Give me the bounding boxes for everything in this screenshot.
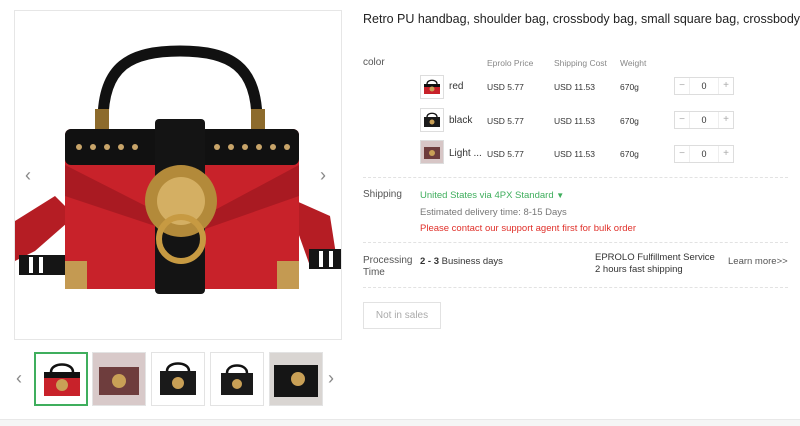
- fulfillment-service: EPROLO Fulfillment Service 2 hours fast …: [595, 252, 715, 276]
- image-prev-arrow-icon[interactable]: ‹: [25, 166, 31, 184]
- divider: [363, 287, 788, 288]
- thumbnail-4[interactable]: [210, 352, 264, 406]
- variant-shipping-cost: USD 11.53: [554, 149, 595, 159]
- thumbnail-1[interactable]: [34, 352, 88, 406]
- thumb-next-arrow-icon[interactable]: ›: [328, 369, 334, 387]
- thumbnail-3[interactable]: [151, 352, 205, 406]
- product-title: Retro PU handbag, shoulder bag, crossbod…: [363, 12, 800, 26]
- thumbnail-strip: ‹ ›: [14, 352, 344, 408]
- thumbnail-2[interactable]: [92, 352, 146, 406]
- increment-button[interactable]: +: [719, 146, 733, 162]
- shipping-label: Shipping: [363, 189, 402, 200]
- variant-weight: 670g: [620, 116, 639, 126]
- decrement-button[interactable]: −: [675, 146, 689, 162]
- not-in-sales-button[interactable]: Not in sales: [363, 302, 441, 329]
- increment-button[interactable]: +: [719, 112, 733, 128]
- product-card: ‹ › ‹ › Retro PU handbag, shoulder bag, …: [0, 0, 800, 420]
- service-name: EPROLO Fulfillment Service: [595, 252, 715, 263]
- quantity-stepper: − 0 +: [674, 145, 734, 163]
- processing-label-line2: Time: [363, 267, 385, 278]
- variant-shipping-cost: USD 11.53: [554, 82, 595, 92]
- color-label: color: [363, 57, 385, 68]
- thumb-prev-arrow-icon[interactable]: ‹: [16, 369, 22, 387]
- learn-more-link[interactable]: Learn more>>: [728, 256, 788, 267]
- processing-label-line1: Processing: [363, 255, 413, 266]
- variant-name: Light ...: [449, 148, 482, 159]
- image-next-arrow-icon[interactable]: ›: [320, 166, 326, 184]
- main-product-image[interactable]: ‹ ›: [14, 10, 342, 340]
- decrement-button[interactable]: −: [675, 112, 689, 128]
- shipping-method: United States via 4PX Standard: [420, 190, 554, 201]
- bulk-order-notice: Please contact our support agent first f…: [420, 223, 636, 234]
- price-header: Eprolo Price: [487, 58, 534, 68]
- variant-thumb-black[interactable]: [420, 108, 444, 132]
- thumbnail-5[interactable]: [269, 352, 323, 406]
- divider: [363, 177, 788, 178]
- decrement-button[interactable]: −: [675, 78, 689, 94]
- processing-days: 2 - 3 Business days: [420, 256, 503, 267]
- variant-weight: 670g: [620, 82, 639, 92]
- increment-button[interactable]: +: [719, 78, 733, 94]
- quantity-input[interactable]: 0: [689, 146, 719, 162]
- variant-name: black: [449, 115, 473, 126]
- variant-thumb-red[interactable]: [420, 75, 444, 99]
- shipping-method-select[interactable]: United States via 4PX Standard ▼: [420, 190, 564, 201]
- quantity-input[interactable]: 0: [689, 78, 719, 94]
- weight-header: Weight: [620, 58, 647, 68]
- delivery-estimate: Estimated delivery time: 8-15 Days: [420, 207, 567, 218]
- variant-price: USD 5.77: [487, 82, 524, 92]
- service-detail: 2 hours fast shipping: [595, 264, 683, 275]
- quantity-input[interactable]: 0: [689, 112, 719, 128]
- variant-weight: 670g: [620, 149, 639, 159]
- processing-time-label: Processing Time: [363, 255, 412, 279]
- shipping-cost-header: Shipping Cost: [554, 58, 607, 68]
- processing-days-unit: Business days: [441, 256, 503, 267]
- dropdown-arrow-icon: ▼: [556, 191, 565, 200]
- variant-shipping-cost: USD 11.53: [554, 116, 595, 126]
- processing-days-range: 2 - 3: [420, 256, 440, 267]
- variant-name: red: [449, 81, 464, 92]
- divider: [363, 242, 788, 243]
- variant-price: USD 5.77: [487, 149, 524, 159]
- quantity-stepper: − 0 +: [674, 111, 734, 129]
- variant-price: USD 5.77: [487, 116, 524, 126]
- quantity-stepper: − 0 +: [674, 77, 734, 95]
- variant-thumb-light[interactable]: [420, 140, 444, 164]
